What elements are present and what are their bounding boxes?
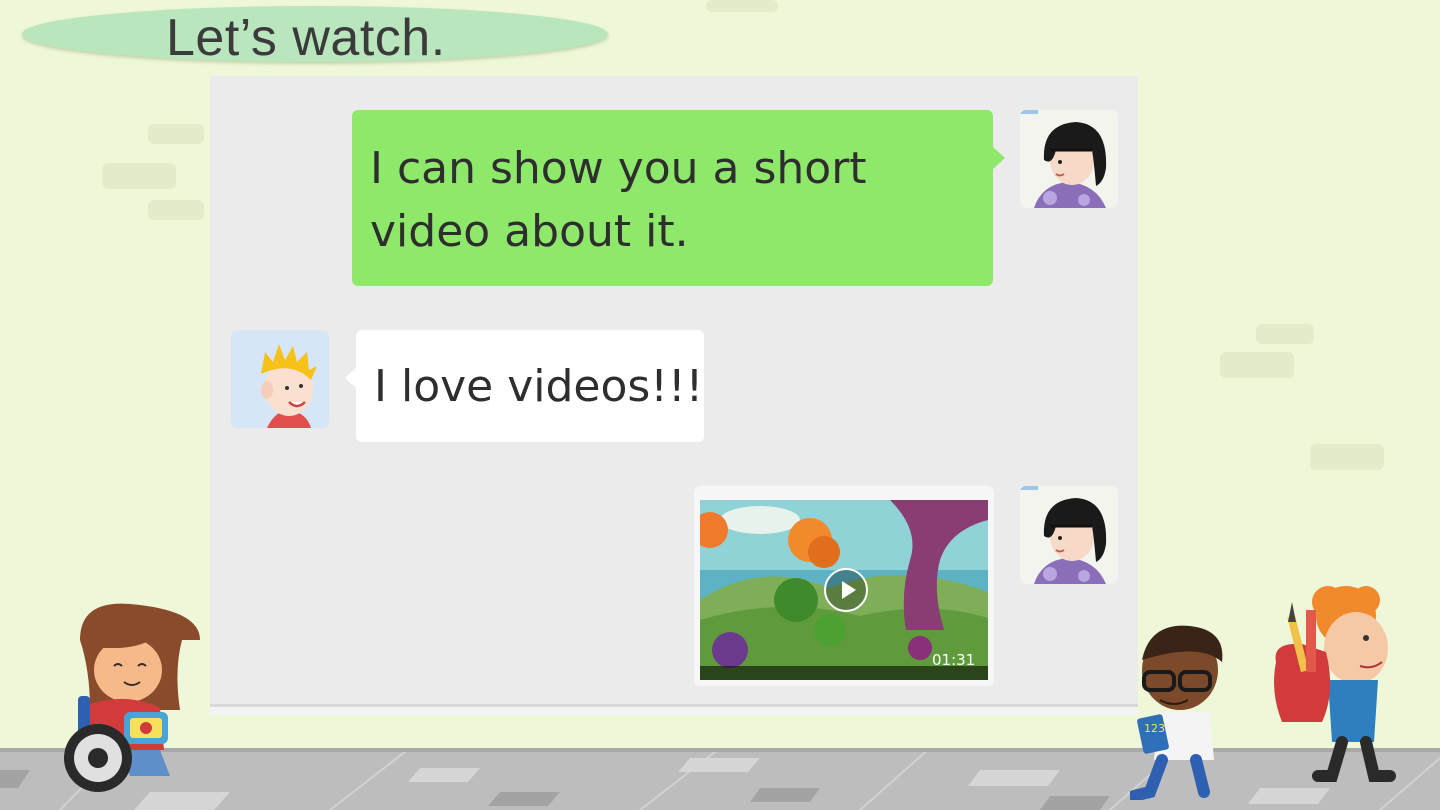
boy-avatar-icon — [231, 330, 329, 428]
background-brick — [1220, 352, 1294, 378]
message-line: video about it. — [370, 206, 689, 257]
play-icon — [842, 581, 856, 599]
wheelchair-girl-illustration — [50, 600, 210, 800]
girl-avatar-icon — [1020, 110, 1118, 208]
message-line: I can show you a short — [370, 143, 867, 194]
background-brick — [1310, 444, 1384, 470]
glasses-boy-illustration: 123 — [1128, 620, 1240, 805]
backpack-boy-image — [1274, 586, 1396, 782]
message-text: I love videos!!! — [374, 361, 704, 412]
message-bubble-incoming[interactable]: I love videos!!! — [356, 330, 704, 442]
message-text: I can show you a short video about it. — [370, 137, 867, 263]
wheelchair-girl-image — [64, 603, 200, 792]
chat-footer — [210, 707, 1138, 715]
girl-avatar[interactable] — [1020, 486, 1118, 584]
background-brick — [148, 124, 204, 144]
video-duration: 01:31 — [932, 651, 976, 669]
background-brick — [1256, 324, 1314, 344]
bubble-tail — [345, 368, 356, 388]
background-brick — [706, 0, 778, 12]
background-brick — [102, 163, 176, 189]
slide-title: Let’s watch. — [166, 9, 446, 67]
glasses-boy-image: 123 — [1128, 625, 1223, 802]
backpack-boy-illustration — [1262, 582, 1402, 787]
bubble-tail — [993, 147, 1005, 169]
girl-avatar-icon — [1020, 486, 1118, 584]
boy-avatar[interactable] — [231, 330, 329, 428]
message-bubble-outgoing[interactable]: I can show you a short video about it. — [352, 110, 993, 286]
background-brick — [148, 200, 204, 220]
girl-avatar[interactable] — [1020, 110, 1118, 208]
svg-text:123: 123 — [1144, 722, 1165, 735]
play-button[interactable] — [824, 568, 868, 612]
